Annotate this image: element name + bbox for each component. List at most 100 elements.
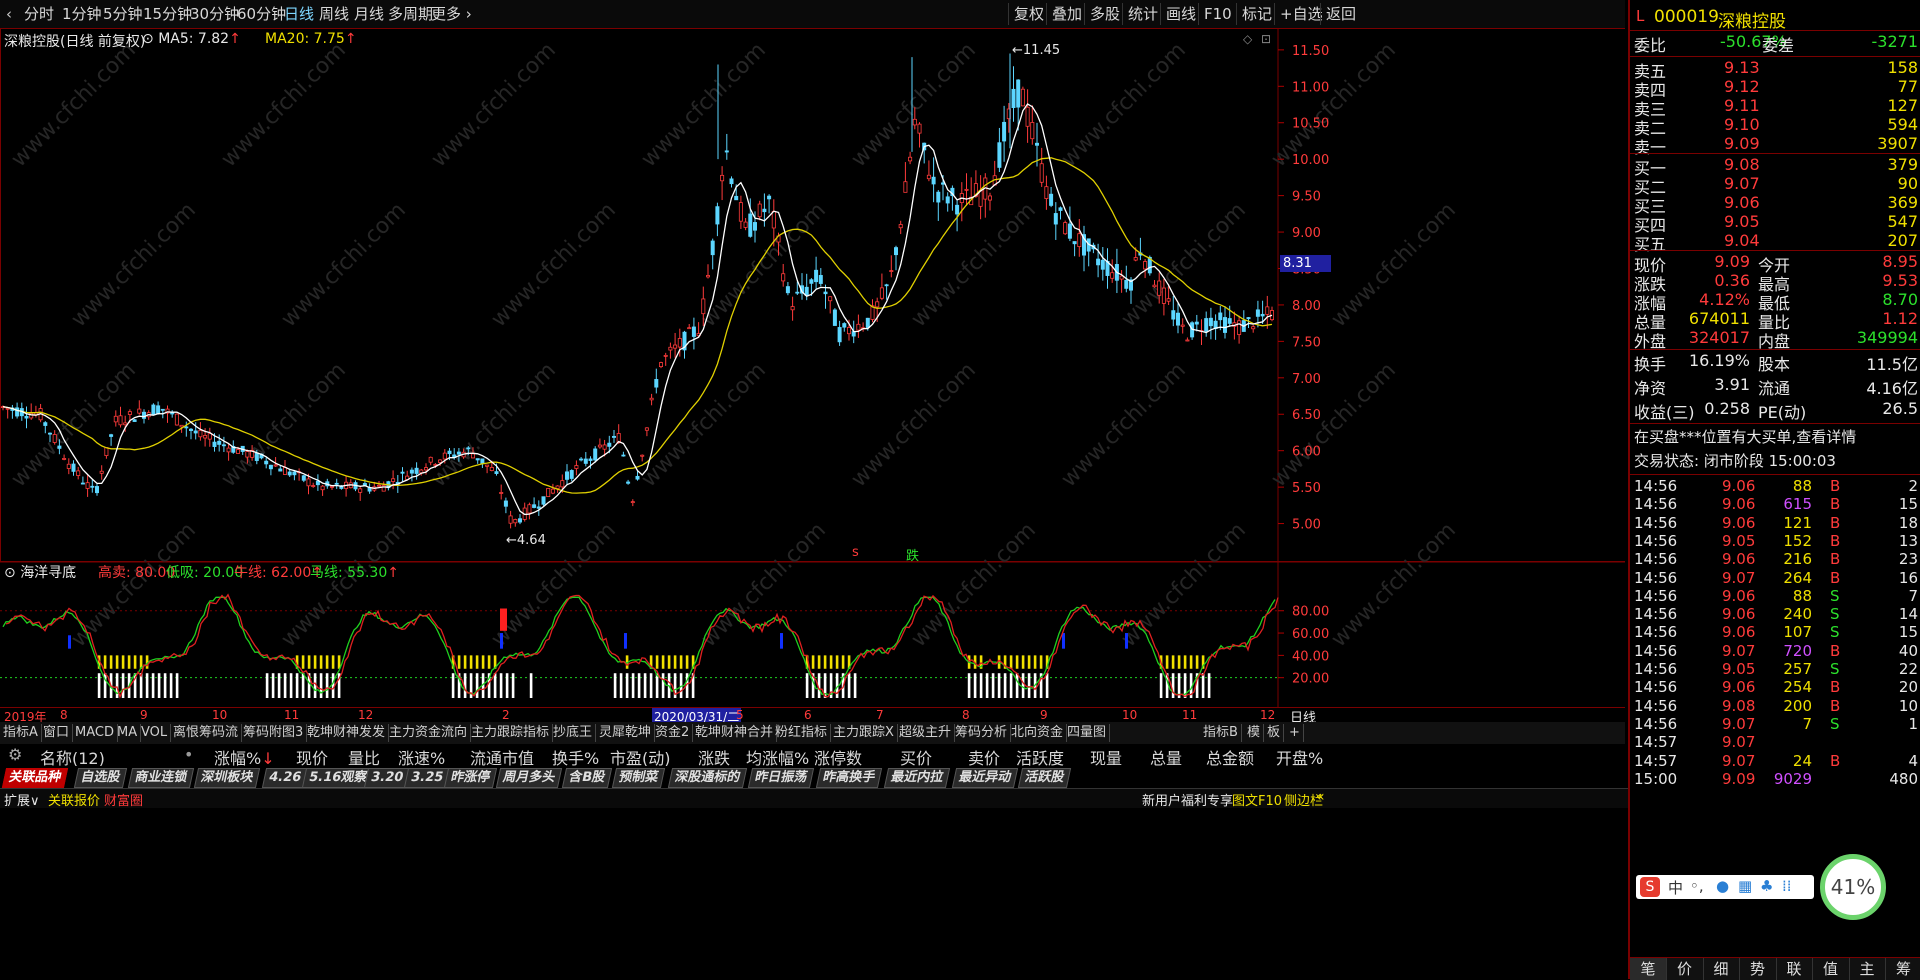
tab-filter[interactable]: 4.26 <box>262 768 308 788</box>
tab-indicator[interactable]: 筹码附图3 <box>240 724 307 742</box>
tab-filter[interactable]: 含B股 <box>562 768 612 788</box>
big-order-notice[interactable]: 在买盘***位置有大买单,查看详情 <box>1634 426 1918 450</box>
candle-body <box>1097 259 1100 265</box>
tab-indicator[interactable]: 主力跟踪X <box>830 724 898 742</box>
tab-indicator[interactable]: 离恨筹码流 <box>170 724 242 742</box>
tab-period-5min[interactable]: 5分钟 <box>103 4 143 24</box>
candle-body <box>457 452 460 454</box>
tab-filter[interactable]: 深股通标的 <box>668 768 747 788</box>
tab-filter[interactable]: 周月多头 <box>496 768 562 788</box>
tab-related[interactable]: 关联品种 <box>2 768 68 788</box>
f10-link[interactable]: 图文F10 <box>1232 790 1282 809</box>
button-f10[interactable]: F10 <box>1198 3 1237 25</box>
panel-tab[interactable]: 筹 <box>1886 958 1920 980</box>
tab-indicator[interactable]: 北向资金 <box>1008 724 1067 742</box>
tab-template[interactable]: 模 <box>1244 724 1264 742</box>
fortune-circle-button[interactable]: 财富圈 <box>104 790 143 809</box>
tab-indicator[interactable]: 乾坤财神合并 <box>692 724 777 742</box>
tab-indicator[interactable]: 主力资金流向 <box>386 724 471 742</box>
button-back[interactable]: 返回 <box>1320 3 1361 25</box>
panel-tab[interactable]: 联 <box>1776 958 1813 980</box>
candle-body <box>443 453 446 459</box>
panel-tab[interactable]: 笔 <box>1630 958 1667 980</box>
expand-button[interactable]: 扩展∨ <box>4 790 40 809</box>
tab-filter[interactable]: 深圳板块 <box>194 768 260 788</box>
keyboard-icon[interactable]: ▦ <box>1738 877 1752 895</box>
tab-indicator[interactable]: 主力跟踪指标 <box>468 724 553 742</box>
tab-filter[interactable]: 昨涨停 <box>444 768 497 788</box>
toolbar-settings-icon[interactable]: ‹ <box>6 4 12 24</box>
tab-indicator-a[interactable]: 指标A <box>0 724 42 742</box>
panel-tab[interactable]: 主 <box>1849 958 1886 980</box>
tab-filter[interactable]: 商业连锁 <box>128 768 194 788</box>
panel-tab[interactable]: 值 <box>1813 958 1850 980</box>
tab-indicator[interactable]: 抄底王 <box>550 724 596 742</box>
sogou-icon[interactable]: S <box>1640 877 1660 897</box>
tab-period-weekly[interactable]: 周线 <box>319 4 349 24</box>
tab-period-1min[interactable]: 1分钟 <box>62 4 102 24</box>
tab-board[interactable]: 板 <box>1264 724 1284 742</box>
tab-indicator[interactable]: 筹码分析 <box>952 724 1011 742</box>
tab-filter[interactable]: 最近异动 <box>952 768 1018 788</box>
tab-filter[interactable]: 活跃股 <box>1018 768 1071 788</box>
ime-chinese-icon[interactable]: 中 <box>1668 877 1683 898</box>
tab-macd[interactable]: MACD <box>72 724 118 742</box>
promo-link[interactable]: 新用户福利专享 <box>1142 790 1233 809</box>
tab-vol[interactable]: VOL <box>138 724 171 742</box>
tab-indicator[interactable]: 灵犀乾坤 <box>596 724 655 742</box>
tab-filter[interactable]: 自选股 <box>74 768 127 788</box>
tab-indicator[interactable]: 超级主升 <box>896 724 955 742</box>
tab-period-60min[interactable]: 60分钟 <box>237 4 286 24</box>
collapse-icon[interactable]: « <box>1316 789 1325 805</box>
panel-tab[interactable]: 细 <box>1703 958 1740 980</box>
tab-indicator-b[interactable]: 指标B <box>1200 724 1242 742</box>
tab-filter[interactable]: 预制菜 <box>612 768 665 788</box>
tab-period-more[interactable]: 更多 › <box>431 4 472 24</box>
button-fuquan[interactable]: 复权 <box>1008 3 1049 25</box>
lower-empty-area <box>0 808 1628 979</box>
tab-period-monthly[interactable]: 月线 <box>354 4 384 24</box>
tab-indicator[interactable]: 粉红指标 <box>772 724 831 742</box>
indicator-yellow-bar <box>314 655 317 668</box>
tab-filter[interactable]: 3.25 <box>404 768 450 788</box>
candle-body <box>824 292 827 294</box>
button-multi-stock[interactable]: 多股 <box>1084 3 1125 25</box>
diamond-icon[interactable]: ◇ <box>1243 32 1252 46</box>
related-quote-button[interactable]: 关联报价 <box>48 790 100 809</box>
tab-period-30min[interactable]: 30分钟 <box>190 4 239 24</box>
button-mark[interactable]: 标记 <box>1236 3 1277 25</box>
button-statistics[interactable]: 统计 <box>1122 3 1163 25</box>
watermark-text: www.cfchi.com <box>1057 38 1191 172</box>
candle-body <box>189 429 192 430</box>
indicator-yellow-bar <box>1184 655 1187 668</box>
microphone-icon[interactable]: ● <box>1716 877 1729 895</box>
tab-indicator[interactable]: 四量图 <box>1064 724 1110 742</box>
speed-badge[interactable]: 41% <box>1820 854 1886 920</box>
tab-filter[interactable]: 3.20 <box>364 768 410 788</box>
candle-body <box>48 433 51 434</box>
tab-indicator[interactable]: 资金2 <box>652 724 693 742</box>
button-overlay[interactable]: 叠加 <box>1046 3 1087 25</box>
tab-filter[interactable]: 昨日振荡 <box>748 768 814 788</box>
candle-body <box>335 483 338 484</box>
tab-window[interactable]: 窗口 <box>40 724 73 742</box>
tab-period-multi[interactable]: 多周期 <box>388 4 433 24</box>
tab-period-15min[interactable]: 15分钟 <box>143 4 192 24</box>
gear-icon[interactable]: ⚙ <box>8 745 22 764</box>
grid-icon[interactable]: ⁞⁞ <box>1782 877 1792 895</box>
ime-toolbar[interactable]: S 中 ◦, ● ▦ ♣ ⁞⁞ <box>1636 875 1814 899</box>
button-draw-line[interactable]: 画线 <box>1160 3 1201 25</box>
tab-filter[interactable]: 最近内拉 <box>884 768 950 788</box>
stat-row: 换手 16.19% 股本 11.5亿 <box>1634 351 1918 375</box>
tab-filter[interactable]: 昨高换手 <box>816 768 882 788</box>
tab-indicator[interactable]: 乾坤财神发发 <box>304 724 389 742</box>
add-indicator-button[interactable]: + <box>1286 724 1304 742</box>
ime-punct-icon[interactable]: ◦, <box>1690 877 1704 895</box>
skin-icon[interactable]: ♣ <box>1760 877 1773 895</box>
expand-icon[interactable]: ⊡ <box>1261 32 1271 46</box>
indicator-white-bar <box>122 673 125 698</box>
panel-tab[interactable]: 价 <box>1667 958 1704 980</box>
tab-period-daily[interactable]: 日线 <box>284 4 314 24</box>
panel-tab[interactable]: 势 <box>1740 958 1777 980</box>
tab-period-fenshi[interactable]: 分时 <box>24 4 54 24</box>
